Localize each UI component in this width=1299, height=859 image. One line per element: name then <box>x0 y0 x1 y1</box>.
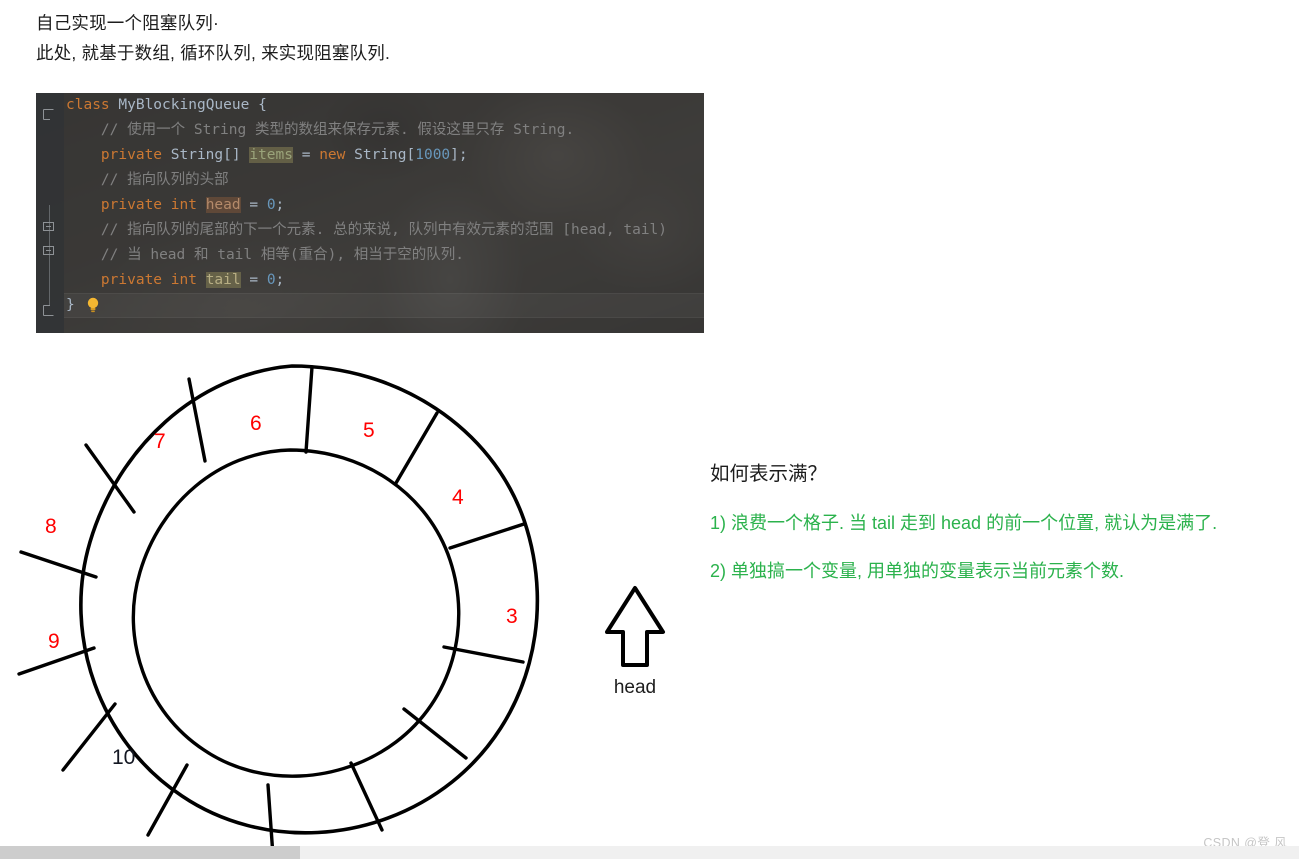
code-line: private int head = 0; <box>66 193 704 218</box>
code-token: private <box>100 197 171 213</box>
code-editor-screenshot[interactable]: class MyBlockingQueue { // 使用一个 String 类… <box>36 93 704 333</box>
code-token: private <box>100 147 171 163</box>
notes-block: 自己实现一个阻塞队列· 此处, 就基于数组, 循环队列, 来实现阻塞队列. <box>36 8 836 68</box>
ring-slot-label: 3 <box>506 605 518 628</box>
ring-slot-label: 4 <box>452 486 464 509</box>
code-token: int <box>170 197 206 213</box>
code-token: } <box>66 297 75 313</box>
code-token: // 指向队列的尾部的下一个元素. 总的来说, 队列中有效元素的范围 [head… <box>100 222 668 238</box>
head-label: head <box>613 677 657 698</box>
ring-slot-label: 10 <box>112 746 135 769</box>
code-token: // 指向队列的头部 <box>100 172 229 188</box>
code-line: // 指向队列的尾部的下一个元素. 总的来说, 队列中有效元素的范围 [head… <box>66 218 704 243</box>
code-token: ]; <box>450 147 468 163</box>
fold-marker-icon[interactable] <box>43 109 54 120</box>
head-pointer-marker: head <box>575 580 695 705</box>
code-token: head <box>205 197 241 213</box>
ring-slot-label: 8 <box>45 515 57 538</box>
code-token: tail <box>205 272 241 288</box>
editor-gutter[interactable] <box>36 93 64 333</box>
code-line: // 指向队列的头部 <box>66 168 704 193</box>
code-token: 1000 <box>415 147 451 163</box>
code-token: items <box>249 147 293 163</box>
code-token: new <box>319 147 355 163</box>
code-token: = <box>240 272 267 288</box>
code-line: // 使用一个 String 类型的数组来保存元素. 假设这里只存 String… <box>66 118 704 143</box>
code-token: int <box>170 272 206 288</box>
code-line: private int tail = 0; <box>66 268 704 293</box>
code-token: = <box>240 197 267 213</box>
code-token: ; <box>275 272 285 288</box>
ring-slot-label: 6 <box>250 412 262 435</box>
circular-queue-ring-diagram: 3 4 5 6 7 8 9 10 <box>0 352 580 857</box>
fold-marker-icon[interactable] <box>43 305 54 316</box>
code-token: 0 <box>266 197 276 213</box>
horizontal-scrollbar[interactable] <box>0 846 1299 859</box>
code-line: private String[] items = new String[1000… <box>66 143 704 168</box>
ring-slot-label: 9 <box>48 630 60 653</box>
gutter-indent-rule <box>49 205 50 305</box>
code-lines[interactable]: class MyBlockingQueue { // 使用一个 String 类… <box>66 93 704 318</box>
note-line-1: 自己实现一个阻塞队列· <box>36 13 220 33</box>
code-line: } <box>66 293 704 318</box>
code-token: MyBlockingQueue <box>118 97 259 113</box>
panel-point-1: 1) 浪费一个格子. 当 tail 走到 head 的前一个位置, 就认为是满了… <box>710 513 1218 533</box>
code-token: class <box>66 97 119 113</box>
code-token: private <box>100 272 171 288</box>
code-token: // 使用一个 String 类型的数组来保存元素. 假设这里只存 String… <box>100 122 575 138</box>
ring-slot-label: 7 <box>154 430 166 453</box>
code-token: // 当 head 和 tail 相等(重合), 相当于空的队列. <box>100 247 465 263</box>
code-token: { <box>258 97 267 113</box>
code-token: = <box>293 147 320 163</box>
code-token: String[] <box>170 147 250 163</box>
code-token: 0 <box>266 272 276 288</box>
explanation-panel: 如何表示满？ 1) 浪费一个格子. 当 tail 走到 head 的前一个位置,… <box>710 458 1280 586</box>
panel-point-2: 2) 单独搞一个变量, 用单独的变量表示当前元素个数. <box>710 561 1125 581</box>
code-token: ; <box>275 197 285 213</box>
horizontal-scrollbar-thumb[interactable] <box>0 846 300 859</box>
up-arrow-icon <box>605 586 665 667</box>
ring-slot-labels: 3 4 5 6 7 8 9 10 <box>45 412 518 769</box>
ring-slot-label: 5 <box>363 419 375 442</box>
code-line: class MyBlockingQueue { <box>66 93 704 118</box>
panel-question: 如何表示满？ <box>710 463 828 485</box>
code-token: String[ <box>354 147 416 163</box>
note-line-2: 此处, 就基于数组, 循环队列, 来实现阻塞队列. <box>36 43 391 63</box>
code-line: // 当 head 和 tail 相等(重合), 相当于空的队列. <box>66 243 704 268</box>
